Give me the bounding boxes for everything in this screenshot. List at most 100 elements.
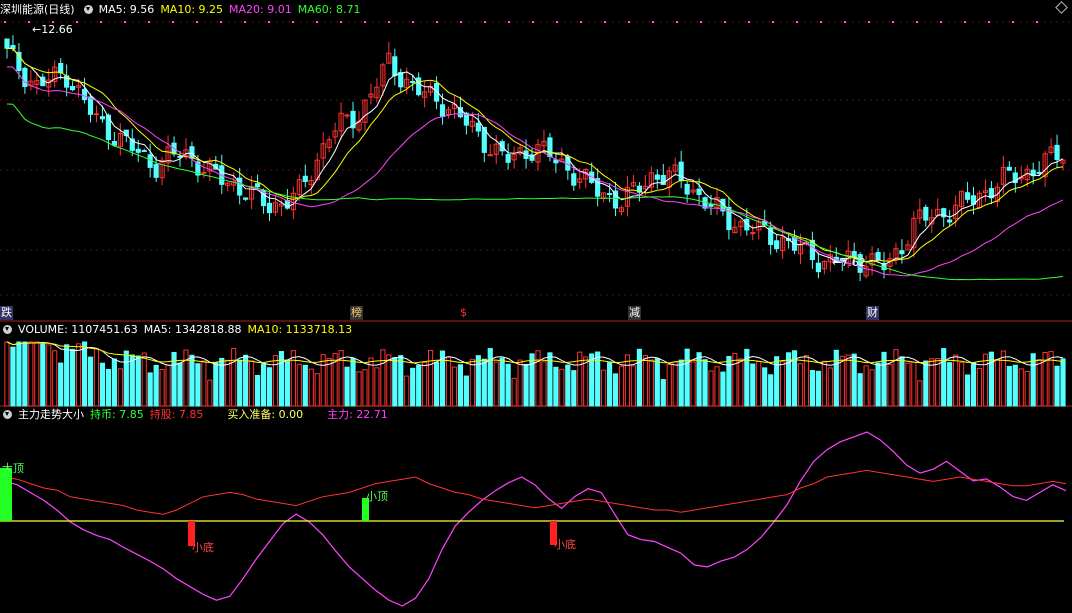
event-marker[interactable]: 财 [866,306,879,320]
candle [189,146,195,159]
volume-bar [666,364,672,407]
volume-bar [445,356,452,407]
volume-bar [887,363,893,407]
volume-bar [857,373,863,407]
candle [1006,166,1012,171]
volume-bar [433,361,440,407]
volume-bar [827,367,833,407]
volume-bar [642,354,648,407]
volume-bar [571,370,577,407]
volume-bar [959,362,965,407]
volume-bar [237,360,243,407]
candle [254,183,261,188]
volume-bar [529,353,535,407]
top-dot [196,21,198,23]
candle [1036,171,1042,174]
dropdown-icon[interactable] [3,410,12,419]
volume-bar [28,341,34,407]
volume-bar [302,364,308,407]
volume-bar [475,355,481,407]
top-dot [988,21,990,23]
volume-bar [684,348,690,407]
candle [243,197,249,200]
volume-bar [917,380,923,407]
top-dot [532,21,534,23]
volume-bar [726,355,732,407]
volume-ma10-line [6,341,1064,364]
ma5-label: MA5: 9.56 [98,3,155,16]
volume-bar [225,359,231,407]
volume-bar [785,352,792,407]
volume-bar [386,354,392,407]
top-dot [700,21,702,23]
dropdown-icon[interactable] [3,325,12,334]
volume-bar [207,379,213,407]
ma5-line [6,47,1064,266]
signal-label: 小底 [554,537,576,551]
volume-bar [201,360,207,407]
volume-bar [833,349,839,407]
indicator-name: 主力走势大小 [18,408,84,421]
top-dot [172,21,174,23]
volume-bar [159,369,165,407]
event-marker[interactable]: $ [459,306,468,320]
volume-bar [654,358,660,407]
volume-bar [505,363,511,407]
candle [416,77,422,96]
top-dot [796,21,798,23]
volume-bar [1012,364,1018,407]
ma20-label: MA20: 9.01 [229,3,292,16]
volume-bar [535,350,541,407]
volume-bar [774,356,780,407]
event-marker[interactable]: 减 [628,306,641,320]
volume-bar [58,362,64,407]
volume-bar [738,358,744,407]
volume-bar [815,370,821,407]
volume-bar [911,361,917,407]
top-dot [604,21,606,23]
top-dot [892,21,894,23]
candle [392,56,398,77]
volume-bar [976,367,983,407]
volume-bar [22,341,28,407]
candle [302,175,308,182]
candle [201,171,207,174]
volume-bar [64,344,70,407]
top-dot [4,21,6,23]
volume-bar [768,374,774,407]
top-dot [148,21,150,23]
volume-bar [189,354,195,407]
volume-bar [636,348,642,407]
volume-bar [517,359,523,407]
event-marker[interactable]: 榜 [350,306,363,320]
volume-bar [875,362,881,407]
dropdown-icon[interactable] [83,5,93,14]
volume-bar [344,366,350,407]
top-dot [220,21,222,23]
volume-bar [863,365,869,407]
volume-bar [260,363,267,407]
volume-bar [481,358,487,407]
volume-bar [589,353,595,407]
top-dot [76,21,78,23]
volume-bar [553,366,559,407]
volume-bar [52,350,58,407]
volume-bar [404,375,410,407]
volume-bar [374,367,380,407]
volume-bar [398,355,404,407]
volume-bar [392,357,398,407]
volume-bar [648,359,654,407]
candle [439,104,446,118]
volume-bar [487,348,493,407]
volume-bar [195,363,201,407]
volume-bar [326,358,332,407]
volume-bar [893,349,899,407]
candle [505,154,511,163]
ma20-line [6,66,1064,277]
candle [81,88,88,101]
volume-bar [929,358,935,407]
volume-bar [147,372,153,407]
volume-bar [714,366,720,407]
volume-bar [565,364,571,407]
event-marker[interactable]: 跌 [0,306,13,320]
